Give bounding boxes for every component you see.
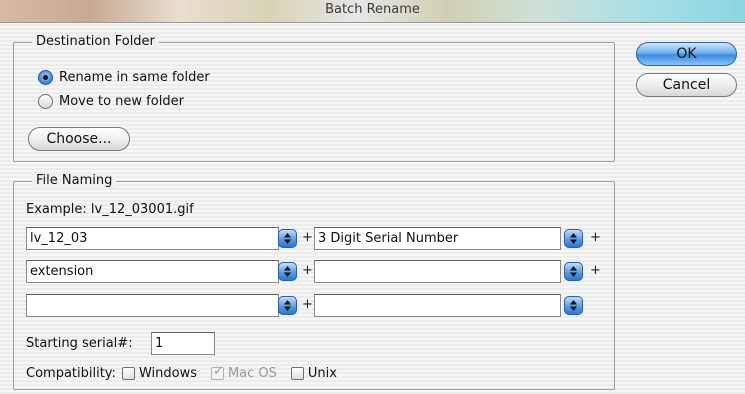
cancel-button[interactable]: Cancel: [636, 73, 737, 97]
checkbox-icon[interactable]: [290, 367, 304, 380]
up-down-arrows-icon: [284, 266, 291, 277]
plus-sign: +: [302, 297, 313, 312]
stepper-row1-right[interactable]: [564, 229, 583, 248]
checkbox-label: Unix: [307, 366, 337, 381]
stepper-row2-left[interactable]: [278, 262, 297, 281]
ok-button[interactable]: OK: [636, 42, 737, 66]
window-title: Batch Rename: [325, 2, 420, 17]
example-text: Example: lv_12_03001.gif: [26, 202, 194, 217]
checkbox-label: Mac OS: [227, 366, 277, 381]
plus-sign: +: [302, 230, 313, 245]
stepper-row3-right[interactable]: [564, 296, 583, 315]
naming-field-row3-left[interactable]: [26, 294, 279, 317]
destination-folder-group: Destination Folder Rename in same folder…: [13, 34, 615, 162]
checkbox-icon: ✓: [210, 364, 224, 380]
stepper-row3-left[interactable]: [278, 296, 297, 315]
radio-move-new-folder[interactable]: Move to new folder: [38, 94, 184, 109]
up-down-arrows-icon: [284, 300, 291, 311]
file-naming-legend: File Naming: [32, 173, 117, 188]
checkbox-unix[interactable]: Unix: [290, 366, 337, 381]
radio-label: Rename in same folder: [59, 70, 210, 85]
plus-sign: +: [590, 263, 601, 278]
plus-sign: +: [302, 263, 313, 278]
radio-button-icon[interactable]: [38, 94, 53, 109]
stepper-row2-right[interactable]: [564, 262, 583, 281]
starting-serial-label: Starting serial#:: [26, 336, 133, 351]
naming-field-row2-left[interactable]: extension: [26, 260, 279, 283]
up-down-arrows-icon: [570, 233, 577, 244]
checkbox-windows[interactable]: Windows: [121, 366, 197, 381]
destination-folder-legend: Destination Folder: [32, 34, 159, 49]
choose-button[interactable]: Choose...: [28, 127, 130, 151]
naming-field-row2-right[interactable]: [314, 260, 561, 283]
up-down-arrows-icon: [570, 300, 577, 311]
checkbox-label: Windows: [138, 366, 197, 381]
plus-sign: +: [590, 230, 601, 245]
checkbox-icon[interactable]: [121, 367, 135, 380]
radio-button-icon[interactable]: [38, 70, 53, 85]
naming-field-row1-right[interactable]: 3 Digit Serial Number: [314, 227, 561, 250]
radio-rename-same-folder[interactable]: Rename in same folder: [38, 70, 210, 85]
up-down-arrows-icon: [570, 266, 577, 277]
radio-label: Move to new folder: [59, 94, 184, 109]
stepper-row1-left[interactable]: [278, 229, 297, 248]
up-down-arrows-icon: [284, 233, 291, 244]
compatibility-row: Compatibility: Windows ✓ Mac OS Unix: [26, 364, 345, 381]
naming-field-row1-left[interactable]: lv_12_03: [26, 227, 279, 250]
compatibility-label: Compatibility:: [26, 366, 116, 381]
naming-field-row3-right[interactable]: [314, 294, 561, 317]
title-bar[interactable]: Batch Rename: [0, 0, 745, 23]
checkmark-icon: ✓: [212, 364, 224, 379]
starting-serial-input[interactable]: 1: [151, 332, 215, 355]
file-naming-group: File Naming Example: lv_12_03001.gif lv_…: [13, 173, 615, 390]
checkbox-mac-os: ✓ Mac OS: [210, 364, 277, 381]
